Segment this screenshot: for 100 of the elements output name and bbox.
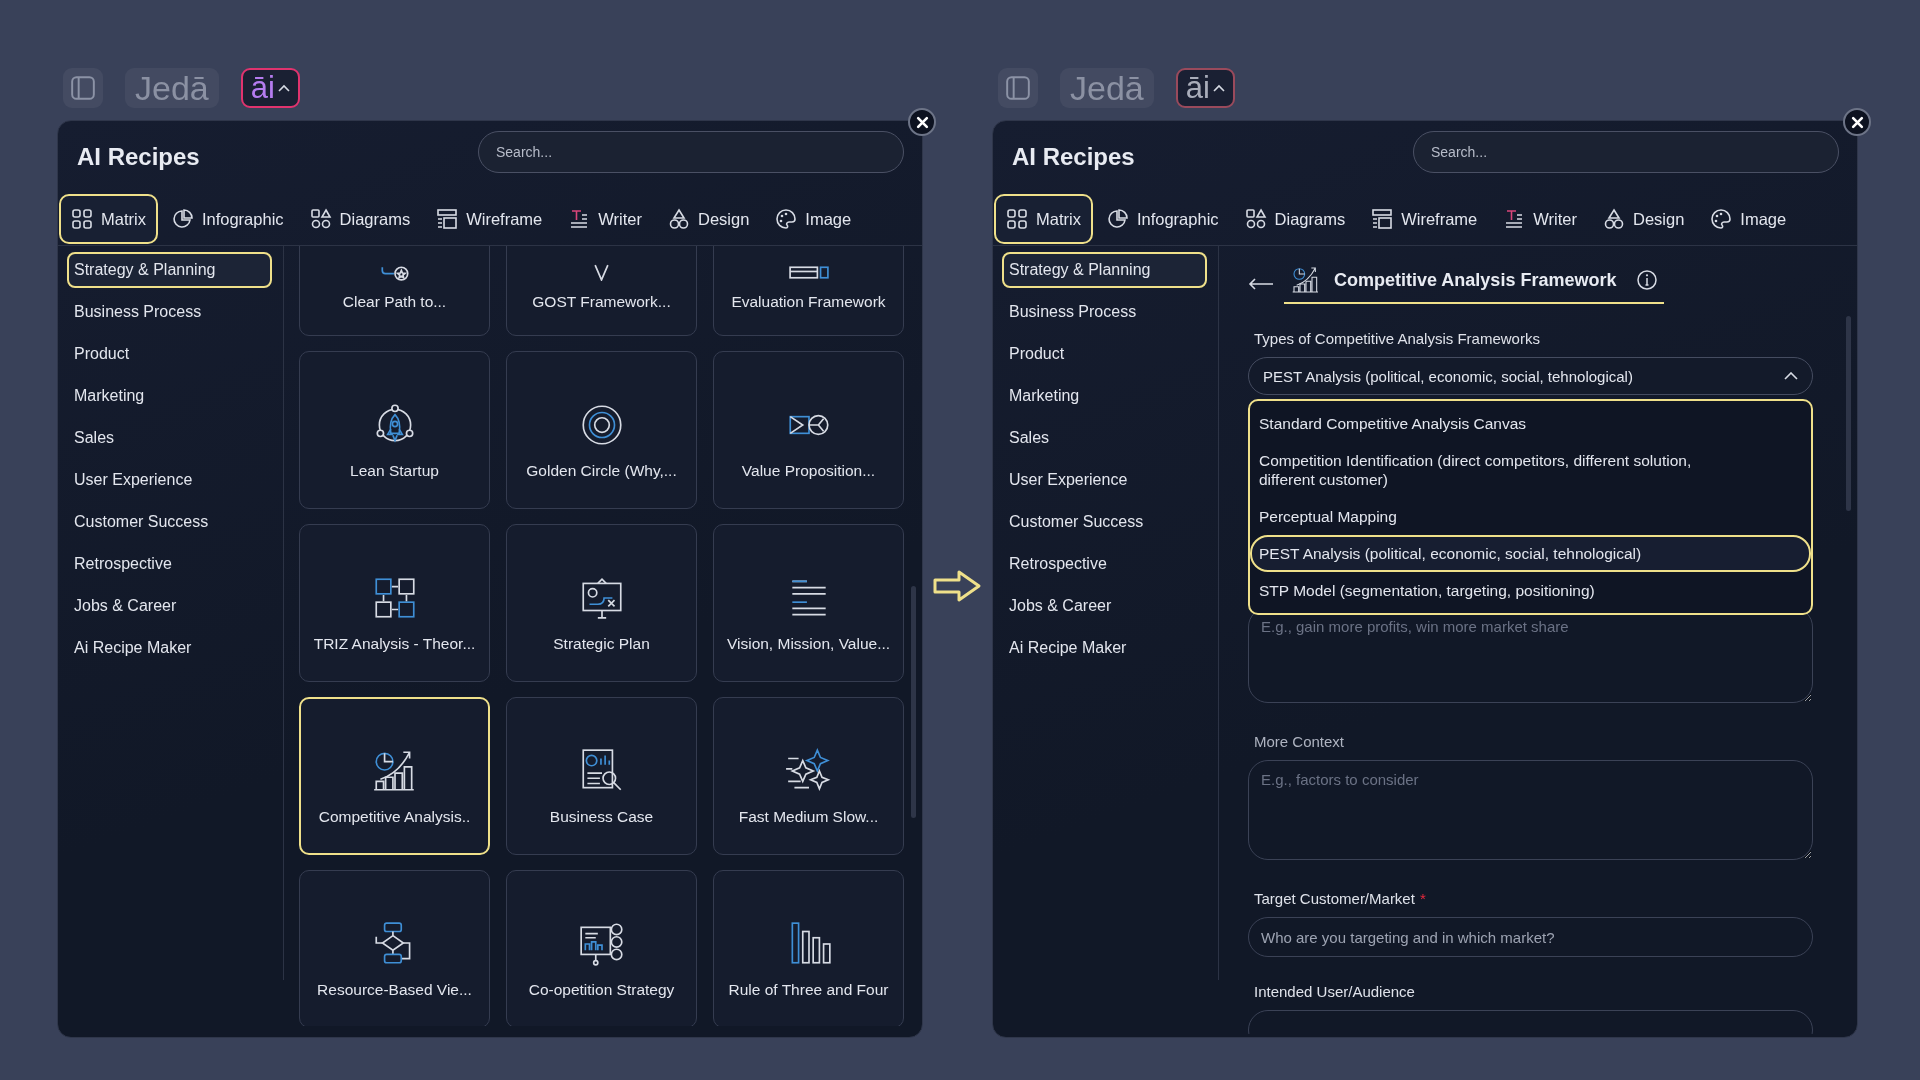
tab[interactable]: Diagrams xyxy=(297,194,423,244)
tab[interactable]: Wireframe xyxy=(424,194,555,244)
recipe-card[interactable]: GOST Framework... xyxy=(506,246,697,336)
category-item[interactable]: Business Process xyxy=(67,294,272,330)
input-field[interactable]: Who are you targeting and in which market? xyxy=(1248,917,1813,957)
category-item[interactable]: Strategy & Planning xyxy=(1002,252,1207,288)
info-icon[interactable] xyxy=(1636,269,1659,291)
recipe-card[interactable]: Strategic Plan xyxy=(506,524,697,682)
select-field[interactable]: PEST Analysis (political, economic, social, tehnological) xyxy=(1248,357,1813,395)
caret-icon xyxy=(277,84,290,92)
shapes-icon xyxy=(1602,208,1625,230)
category-item[interactable]: Customer Success xyxy=(67,504,272,540)
grid-icon xyxy=(71,208,93,230)
sidebar-icon xyxy=(1005,75,1031,101)
recipe-card[interactable]: Resource-Based Vie... xyxy=(299,870,490,1026)
field-label: More Context xyxy=(1254,733,1345,750)
category-item[interactable]: Retrospective xyxy=(1002,546,1207,582)
ai-button[interactable]: āi xyxy=(1175,68,1235,108)
sidebar-toggle-button[interactable] xyxy=(63,68,103,108)
wireframe-icon xyxy=(1371,208,1394,230)
sidebar-icon xyxy=(70,75,96,101)
close-button[interactable] xyxy=(908,108,936,136)
grid-icon xyxy=(1006,208,1028,230)
tab[interactable]: Design xyxy=(655,194,762,244)
recipe-card[interactable]: Vision, Mission, Value... xyxy=(713,524,904,682)
required-mark: * xyxy=(1419,890,1426,907)
scrollbar-thumb[interactable] xyxy=(910,586,916,818)
palette-icon xyxy=(1710,208,1733,230)
recipe-card[interactable]: Value Proposition... xyxy=(713,351,904,509)
logo: Jedā xyxy=(125,68,219,108)
tab[interactable]: Infographic xyxy=(1094,194,1231,244)
category-item[interactable]: Strategy & Planning xyxy=(67,252,272,288)
category-item[interactable]: Marketing xyxy=(1002,378,1207,414)
tab[interactable]: Diagrams xyxy=(1232,194,1358,244)
category-item[interactable]: Sales xyxy=(1002,420,1207,456)
text-area[interactable]: E.g., factors to consider xyxy=(1248,760,1813,860)
dropdown-option[interactable]: STP Model (segmentation, targeting, positioning) xyxy=(1250,572,1811,609)
dropdown-option[interactable]: Competition Identification (direct competitors, different solution, different customer) xyxy=(1250,442,1811,498)
close-button[interactable] xyxy=(1843,108,1871,136)
shapes-icon xyxy=(1244,208,1267,230)
field-label: Target Customer/Market xyxy=(1254,890,1415,907)
shapes-icon xyxy=(309,208,332,230)
category-item[interactable]: Jobs & Career xyxy=(67,588,272,624)
field-label: Intended User/Audience xyxy=(1254,983,1415,1000)
tab[interactable]: Design xyxy=(1590,194,1697,244)
close-icon xyxy=(915,115,929,129)
search-field[interactable]: Search... xyxy=(478,131,904,173)
scrollbar-thumb[interactable] xyxy=(1845,316,1851,511)
category-item[interactable]: Product xyxy=(1002,336,1207,372)
tab[interactable]: Image xyxy=(1698,194,1799,244)
tab[interactable]: Wireframe xyxy=(1359,194,1490,244)
category-item[interactable]: Ai Recipe Maker xyxy=(67,630,272,666)
recipe-card[interactable]: Lean Startup xyxy=(299,351,490,509)
tab[interactable]: Matrix xyxy=(994,194,1093,244)
dropdown-option[interactable]: Perceptual Mapping xyxy=(1250,498,1811,535)
panel-title: AI Recipes xyxy=(77,143,200,171)
tab[interactable]: Writer xyxy=(556,194,654,244)
category-item[interactable]: Retrospective xyxy=(67,546,272,582)
recipe-card[interactable]: Evaluation Framework xyxy=(713,246,904,336)
recipe-card[interactable]: Clear Path to... xyxy=(299,246,490,336)
close-icon xyxy=(1850,115,1864,129)
category-item[interactable]: Product xyxy=(67,336,272,372)
tab[interactable]: Image xyxy=(763,194,864,244)
tab[interactable]: Writer xyxy=(1491,194,1589,244)
recipe-card[interactable]: Rule of Three and Four xyxy=(713,870,904,1026)
shapes-icon xyxy=(667,208,690,230)
pie-chart-icon xyxy=(171,208,194,230)
recipe-card[interactable]: Business Case xyxy=(506,697,697,855)
pie-chart-icon xyxy=(1106,208,1129,230)
caret-icon xyxy=(1212,84,1225,92)
chevron-icon xyxy=(593,263,610,281)
back-arrow-icon[interactable] xyxy=(1248,278,1274,290)
layout-icon xyxy=(787,263,830,281)
wireframe-icon xyxy=(436,208,459,230)
field-label: Types of Competitive Analysis Frameworks xyxy=(1254,330,1540,347)
sidebar-toggle-button[interactable] xyxy=(998,68,1038,108)
category-item[interactable]: Sales xyxy=(67,420,272,456)
recipe-card[interactable]: Fast Medium Slow... xyxy=(713,697,904,855)
recipe-card[interactable]: Golden Circle (Why,... xyxy=(506,351,697,509)
logo: Jedā xyxy=(1060,68,1154,108)
recipe-card[interactable]: Competitive Analysis.. xyxy=(299,697,490,855)
category-item[interactable]: Ai Recipe Maker xyxy=(1002,630,1207,666)
recipe-card[interactable]: TRIZ Analysis - Theor... xyxy=(299,524,490,682)
category-item[interactable]: User Experience xyxy=(1002,462,1207,498)
ai-button[interactable]: āi xyxy=(240,68,300,108)
chevron-icon xyxy=(1784,372,1798,380)
tab[interactable]: Infographic xyxy=(159,194,296,244)
recipe-title: Competitive Analysis Framework xyxy=(1334,269,1617,291)
category-item[interactable]: User Experience xyxy=(67,462,272,498)
category-item[interactable]: Jobs & Career xyxy=(1002,588,1207,624)
tab[interactable]: Matrix xyxy=(59,194,158,244)
category-item[interactable]: Business Process xyxy=(1002,294,1207,330)
dropdown-option[interactable]: Standard Competitive Analysis Canvas xyxy=(1250,405,1811,442)
category-item[interactable]: Customer Success xyxy=(1002,504,1207,540)
dropdown-option[interactable]: PEST Analysis (political, economic, social, tehnological) xyxy=(1250,535,1811,572)
search-field[interactable]: Search... xyxy=(1413,131,1839,173)
category-item[interactable]: Marketing xyxy=(67,378,272,414)
recipe-card[interactable]: Co-opetition Strategy xyxy=(506,870,697,1026)
panel-title: AI Recipes xyxy=(1012,143,1135,171)
palette-icon xyxy=(775,208,798,230)
